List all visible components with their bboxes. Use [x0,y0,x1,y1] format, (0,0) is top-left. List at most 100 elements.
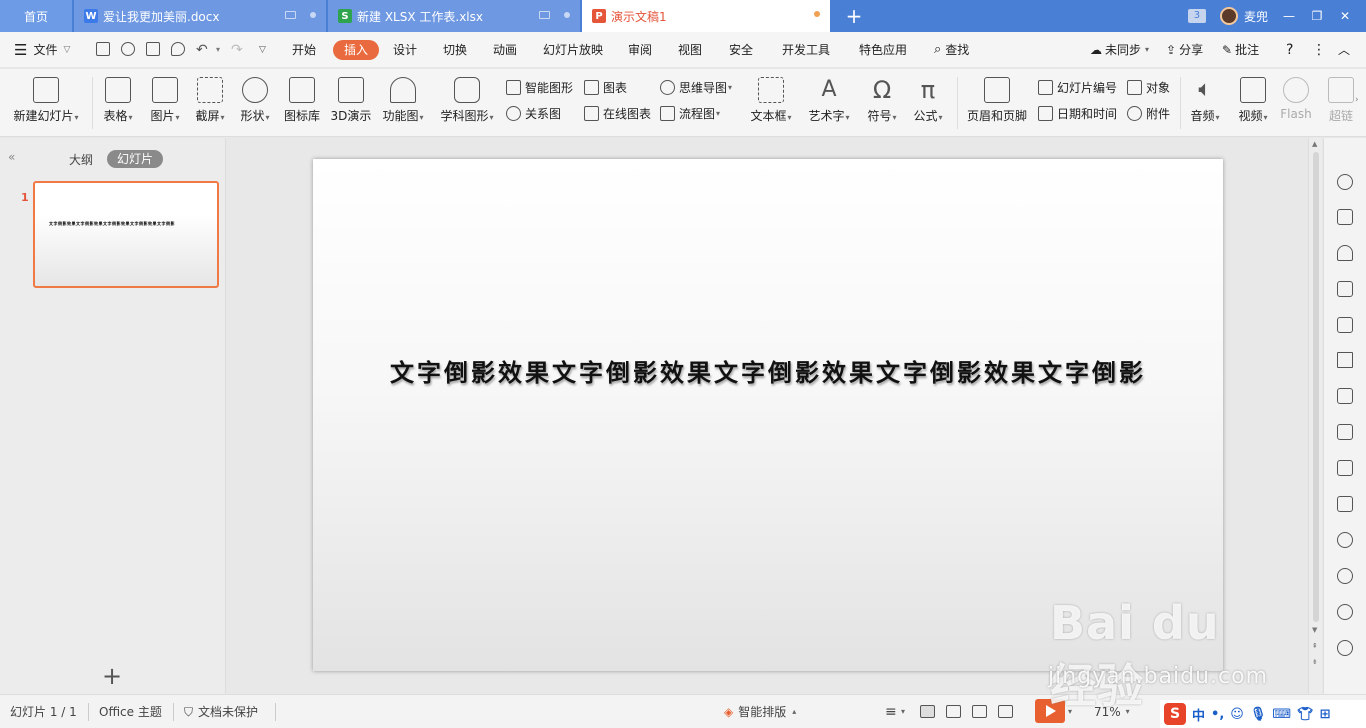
notes-icon[interactable]: ≡ [885,695,897,728]
flowchart-button[interactable]: 流程图 ▾ [660,102,720,124]
help-circle-icon[interactable] [1337,640,1353,656]
menu-tab-review[interactable]: 审阅 [628,32,652,68]
menu-tab-insert[interactable]: 插入 [333,40,380,60]
keyboard-icon[interactable]: ⌨ [1272,707,1291,722]
slide-text[interactable]: 文字倒影效果文字倒影效果文字倒影效果文字倒影效果文字倒影 [313,353,1223,388]
undo-dropdown-icon[interactable]: ▾ [216,32,220,68]
play-slideshow-button[interactable] [1035,699,1065,723]
collapse-ribbon-icon[interactable]: ︿ [1338,32,1350,68]
chart-button[interactable]: 图表 [584,76,627,98]
help-button[interactable]: ? [1286,32,1293,68]
skin-icon[interactable]: 👕︎ [1297,707,1314,722]
function-chart-button[interactable]: 功能图▾ [381,69,425,137]
ime-logo-icon[interactable]: S [1164,703,1186,725]
subject-shape-button[interactable]: 学科图形▾ [438,69,496,137]
scrollbar-thumb[interactable] [1313,152,1319,622]
layout-grid-icon[interactable] [1337,281,1353,297]
monitor-icon[interactable] [285,11,296,19]
slide-thumbnail[interactable]: 文字倒影效果文字倒影效果文字倒影效果文字倒影效果文字倒影 [33,181,219,288]
undo-icon[interactable]: ↶ [196,32,208,68]
collapse-panel-icon[interactable]: « [8,150,15,164]
formula-button[interactable]: π 公式▾ [910,69,946,137]
menu-tab-developer[interactable]: 开发工具 [782,32,830,68]
slide-number-button[interactable]: 幻灯片编号 [1038,76,1117,98]
shield-icon[interactable] [1337,568,1353,584]
normal-view-icon[interactable] [920,705,935,718]
ime-language[interactable]: 中 [1192,705,1205,724]
punctuation-icon[interactable]: •, [1211,707,1224,722]
close-icon[interactable]: ✕ [1338,9,1352,23]
menu-tab-design[interactable]: 设计 [393,32,417,68]
tab-outline[interactable]: 大纲 [69,151,93,168]
previous-slide-icon[interactable]: ⇞ [1312,642,1318,650]
add-slide-button[interactable]: + [102,662,122,690]
hyperlink-button[interactable]: 超链 [1326,69,1356,137]
theme-name[interactable]: Office 主题 [99,695,162,728]
search-button[interactable]: ⌕ 查找 [934,32,969,68]
restore-icon[interactable]: ❐ [1310,9,1324,23]
image-icon[interactable] [1337,496,1353,512]
screenshot-button[interactable]: 截屏▾ [192,69,228,137]
tab-word-document[interactable]: W 爱让我更加美丽.docx [74,0,326,32]
attachment-button[interactable]: 附件 [1127,102,1170,124]
slide-sorter-icon[interactable] [946,705,961,718]
zoom-selector[interactable]: 71% ▾ [1094,695,1130,728]
menu-tab-animation[interactable]: 动画 [493,32,517,68]
audio-side-icon[interactable] [1337,532,1353,548]
archive-icon[interactable] [1337,460,1353,476]
audio-button[interactable]: 🔈︎ 音频▾ [1186,69,1224,137]
adjust-sliders-icon[interactable] [1337,352,1353,368]
online-chart-button[interactable]: 在线图表 [584,102,651,124]
smart-layout-button[interactable]: ◈ 智能排版 ▴ [724,695,796,728]
new-slide-button[interactable]: 新建幻灯片▾ [8,69,84,137]
menu-tab-start[interactable]: 开始 [292,32,316,68]
user-account[interactable]: 麦兜 [1219,7,1268,25]
monitor-icon[interactable] [539,11,550,19]
textbox-button[interactable]: 文本框▾ [748,69,794,137]
tab-home[interactable]: 首页 [0,0,72,32]
tab-presentation[interactable]: P 演示文稿1 [582,0,830,32]
tab-spreadsheet[interactable]: S 新建 XLSX 工作表.xlsx [328,0,580,32]
menu-tab-slideshow[interactable]: 幻灯片放映 [543,32,603,68]
header-footer-button[interactable]: 页眉和页脚 [965,69,1029,137]
vertical-scrollbar[interactable]: ▲ ▼ ⇞ ⇟ [1308,138,1322,694]
shape-button[interactable]: 形状▾ [237,69,273,137]
minimize-icon[interactable]: — [1282,9,1296,23]
new-tab-button[interactable]: + [843,4,865,28]
picture-button[interactable]: 图片▾ [147,69,183,137]
play-dropdown-icon[interactable]: ▾ [1068,695,1072,728]
smart-shape-button[interactable]: 智能图形 [506,76,573,98]
more-options-icon[interactable]: ⋮ [1312,32,1326,68]
notes-dropdown-icon[interactable]: ▾ [901,695,905,728]
history-icon[interactable] [1337,604,1353,620]
microphone-icon[interactable]: 🎙︎ [1250,707,1267,722]
scroll-up-icon[interactable]: ▲ [1312,140,1317,148]
object-button[interactable]: 对象 [1127,76,1170,98]
icon-library-button[interactable]: 图标库 [282,69,322,137]
sync-button[interactable]: ☁ 未同步 ▾ [1090,32,1149,68]
grid-menu-icon[interactable]: ⊞ [1320,707,1331,722]
comment-button[interactable]: ✎ 批注 [1222,32,1259,68]
file-menu[interactable]: ☰ 文件 ▽ [14,32,70,68]
symbol-button[interactable]: Ω 符号▾ [864,69,900,137]
presenter-view-icon[interactable] [998,705,1013,718]
video-button[interactable]: 视频▾ [1234,69,1272,137]
format-painter-icon[interactable] [121,42,135,56]
swap-icon[interactable] [1337,209,1353,225]
window-count-badge[interactable]: 3 [1187,9,1206,23]
export-icon[interactable] [1337,424,1353,440]
magic-icon[interactable] [1337,174,1353,190]
menu-tab-transition[interactable]: 切换 [443,32,467,68]
table-button[interactable]: 表格▾ [100,69,136,137]
ribbon-scroll-right-icon[interactable]: › [1355,95,1359,105]
flash-button[interactable]: Flash [1278,69,1314,137]
save-icon[interactable] [96,42,110,56]
datetime-button[interactable]: 日期和时间 [1038,102,1117,124]
menu-tab-security[interactable]: 安全 [729,32,753,68]
menu-tab-view[interactable]: 视图 [678,32,702,68]
wordart-button[interactable]: A 艺术字▾ [806,69,852,137]
menu-tab-special[interactable]: 特色应用 [859,32,907,68]
emoji-icon[interactable]: ☺ [1230,707,1244,722]
share-button[interactable]: ⇪ 分享 [1166,32,1203,68]
brush-icon[interactable] [1337,245,1353,261]
